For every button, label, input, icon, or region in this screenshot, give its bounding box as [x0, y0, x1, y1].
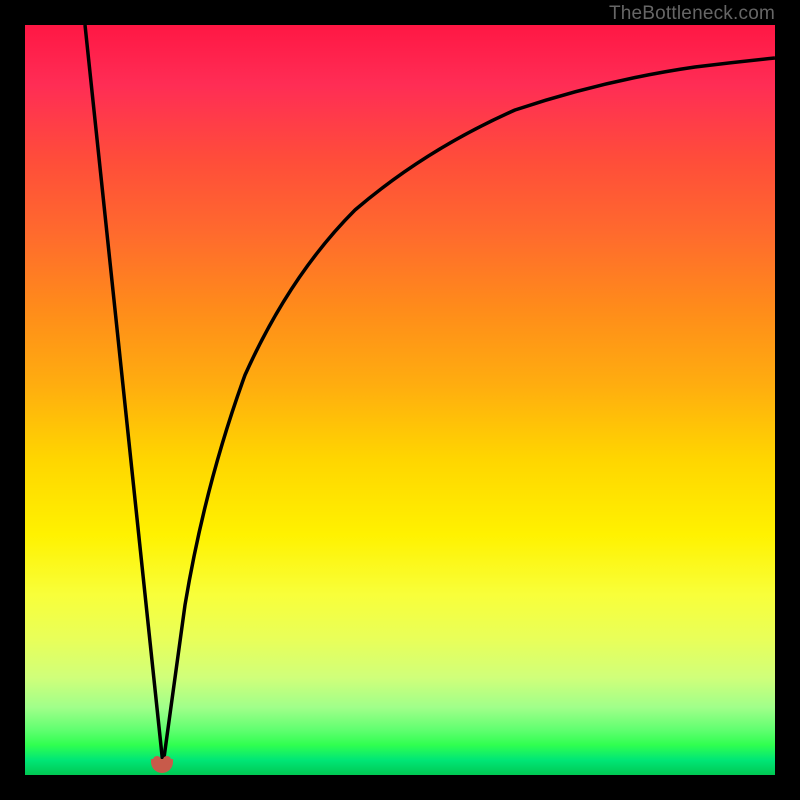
watermark-text: TheBottleneck.com: [609, 3, 775, 25]
left-curve: [85, 25, 163, 765]
curves-svg: [25, 25, 775, 775]
chart-area: [25, 25, 775, 775]
right-curve: [163, 58, 775, 765]
